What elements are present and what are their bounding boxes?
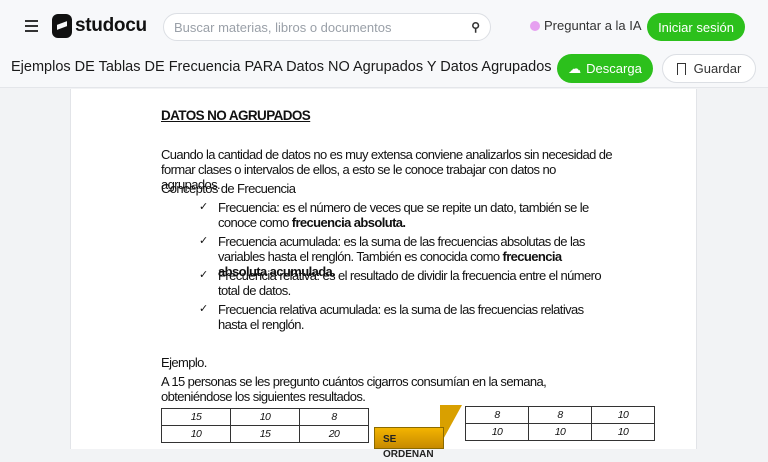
- list-item: Frecuencia relativa acumulada: es la sum…: [199, 302, 611, 332]
- search-input[interactable]: Buscar materias, libros o documentos ⚲: [163, 13, 491, 41]
- table-row: 8 8 10: [465, 406, 655, 424]
- arrow-icon: SE ORDENAN: [374, 405, 464, 460]
- list-item: Frecuencia: es el número de veces que se…: [199, 200, 611, 230]
- login-button[interactable]: Iniciar sesión: [647, 13, 745, 41]
- table-row: 10 15 20: [161, 425, 369, 443]
- document-title: Ejemplos DE Tablas DE Frecuencia PARA Da…: [11, 59, 552, 75]
- bookmark-icon: [676, 62, 686, 75]
- cloud-download-icon: ☁: [568, 60, 582, 76]
- search-icon[interactable]: ⚲: [471, 20, 480, 34]
- section-heading: DATOS NO AGRUPADOS: [161, 108, 311, 123]
- menu-icon[interactable]: [25, 20, 38, 35]
- search-placeholder: Buscar materias, libros o documentos: [174, 19, 392, 35]
- table-row: 15 10 8: [161, 408, 369, 426]
- studocu-logo[interactable]: studocu: [52, 14, 147, 38]
- list-item: Frecuencia relativa: es el resultado de …: [199, 268, 611, 298]
- concepts-label: Conceptos de Frecuencia: [161, 181, 296, 196]
- table-row: 10 10 10: [465, 423, 655, 441]
- top-bar: studocu Buscar materias, libros o docume…: [0, 0, 768, 88]
- sorted-data-table: 8 8 10 10 10 10: [465, 406, 655, 441]
- ai-icon: [530, 20, 540, 31]
- document-page: DATOS NO AGRUPADOS Cuando la cantidad de…: [70, 89, 697, 460]
- example-text: A 15 personas se les pregunto cuántos ci…: [161, 374, 547, 404]
- example-label: Ejemplo.: [161, 355, 207, 370]
- arrow-label: SE ORDENAN: [374, 427, 444, 460]
- save-button[interactable]: Guardar: [662, 54, 756, 83]
- logo-icon: [52, 14, 72, 38]
- download-label: Descarga: [586, 61, 642, 76]
- save-label: Guardar: [693, 61, 742, 76]
- logo-text: studocu: [75, 15, 147, 36]
- ask-ai-label: Preguntar a la IA: [544, 18, 642, 33]
- ask-ai-button[interactable]: Preguntar a la IA: [530, 18, 642, 33]
- raw-data-table: 15 10 8 10 15 20: [161, 408, 369, 443]
- download-button[interactable]: ☁ Descarga: [557, 54, 653, 83]
